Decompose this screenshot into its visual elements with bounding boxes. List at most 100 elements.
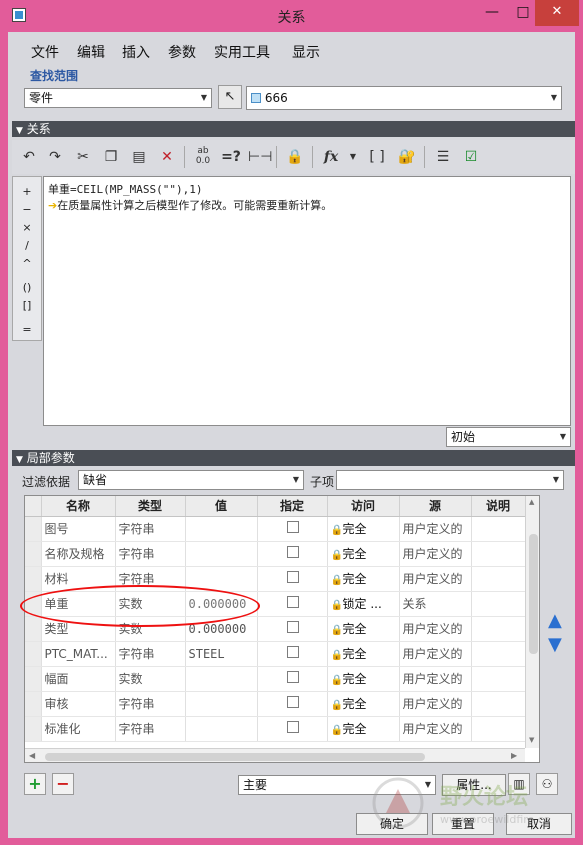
designate-checkbox[interactable] [287, 521, 299, 533]
param-source-cell[interactable]: 关系 [399, 591, 472, 617]
plus-operator-button[interactable]: + [13, 185, 41, 198]
param-access-cell[interactable]: 🔒完全 [327, 641, 400, 667]
power-operator-button[interactable]: ^ [13, 257, 41, 270]
designate-checkbox[interactable] [287, 721, 299, 733]
menu-parameters[interactable]: 参数 [168, 42, 196, 62]
relations-section-header[interactable]: ▼ 关系 [12, 121, 575, 137]
param-description-cell[interactable] [471, 566, 526, 592]
move-up-icon[interactable]: ▲ [548, 610, 562, 631]
designate-checkbox[interactable] [287, 571, 299, 583]
filter-select[interactable]: 缺省 ▼ [78, 470, 304, 490]
designate-checkbox[interactable] [287, 696, 299, 708]
menu-insert[interactable]: 插入 [122, 42, 150, 62]
scope-type-select[interactable]: 零件 ▼ [24, 88, 212, 108]
function-icon[interactable]: fx [320, 146, 342, 168]
param-access-cell[interactable]: 🔒锁定 ... [327, 591, 400, 617]
param-source-cell[interactable]: 用户定义的 [399, 666, 472, 692]
sort-relations-icon[interactable]: ☰ [432, 146, 454, 168]
row-header-cell[interactable] [25, 616, 42, 642]
menu-edit[interactable]: 编辑 [77, 42, 105, 62]
param-access-cell[interactable]: 🔒完全 [327, 716, 400, 742]
bracket-icon[interactable]: [ ] [366, 146, 388, 168]
redo-icon[interactable]: ↷ [44, 146, 66, 168]
designate-checkbox[interactable] [287, 596, 299, 608]
param-source-cell[interactable]: 用户定义的 [399, 616, 472, 642]
param-name-cell[interactable]: 幅面 [41, 666, 116, 692]
remove-parameter-button[interactable]: − [52, 773, 74, 795]
add-parameter-button[interactable]: + [24, 773, 46, 795]
table-row[interactable]: PTC_MAT... 字符串 STEEL 🔒完全 用户定义的 [25, 641, 526, 667]
scope-model-select[interactable]: 666 ▼ [246, 86, 562, 110]
relation-state-select[interactable]: 初始 ▼ [446, 427, 571, 447]
scroll-thumb[interactable] [529, 534, 538, 654]
designate-checkbox[interactable] [287, 671, 299, 683]
param-access-cell[interactable]: 🔒完全 [327, 541, 400, 567]
param-value-cell[interactable] [185, 541, 258, 567]
scroll-down-icon[interactable]: ▼ [529, 736, 534, 744]
main-select[interactable]: 主要 ▼ [238, 775, 436, 795]
row-header-cell[interactable] [25, 691, 42, 717]
brackets-operator-button[interactable]: [] [13, 299, 41, 312]
table-view-icon[interactable]: ▥ [508, 773, 530, 795]
param-name-cell[interactable]: PTC_MAT... [41, 641, 116, 667]
chevron-down-icon[interactable]: ▼ [342, 146, 364, 168]
param-description-cell[interactable] [471, 666, 526, 692]
designate-checkbox[interactable] [287, 621, 299, 633]
select-arrow-button[interactable]: ↖ [218, 85, 242, 109]
table-row[interactable]: 审核 字符串 🔒完全 用户定义的 [25, 691, 526, 717]
table-row[interactable]: 标准化 字符串 🔒完全 用户定义的 [25, 716, 526, 742]
param-description-cell[interactable] [471, 616, 526, 642]
execute-check-icon[interactable]: ☑ [460, 146, 482, 168]
param-type-cell[interactable]: 字符串 [115, 716, 186, 742]
column-header[interactable]: 名称 [41, 496, 116, 517]
param-description-cell[interactable] [471, 641, 526, 667]
param-value-cell[interactable] [185, 666, 258, 692]
close-button[interactable]: ✕ [535, 0, 579, 26]
divide-operator-button[interactable]: / [13, 239, 41, 252]
scroll-thumb[interactable] [45, 753, 425, 761]
row-header-cell[interactable] [25, 541, 42, 567]
param-value-cell[interactable] [185, 691, 258, 717]
row-header-cell[interactable] [25, 641, 42, 667]
verify-icon[interactable]: =? [220, 146, 242, 168]
lock-params-icon[interactable]: 🔐 [396, 146, 418, 168]
param-source-cell[interactable]: 用户定义的 [399, 716, 472, 742]
row-header-cell[interactable] [25, 516, 42, 542]
binoculars-icon[interactable]: ⚇ [536, 773, 558, 795]
column-header[interactable]: 说明 [471, 496, 526, 517]
equals-operator-button[interactable]: = [13, 323, 41, 336]
param-type-cell[interactable]: 实数 [115, 666, 186, 692]
cut-icon[interactable]: ✂ [72, 146, 94, 168]
param-name-cell[interactable]: 名称及规格 [41, 541, 116, 567]
param-name-cell[interactable]: 图号 [41, 516, 116, 542]
param-description-cell[interactable] [471, 591, 526, 617]
local-params-section-header[interactable]: ▼ 局部参数 [12, 450, 575, 466]
param-value-cell[interactable] [185, 716, 258, 742]
row-header-cell[interactable] [25, 716, 42, 742]
menu-utilities[interactable]: 实用工具 [214, 42, 270, 62]
param-type-cell[interactable]: 字符串 [115, 541, 186, 567]
param-source-cell[interactable]: 用户定义的 [399, 641, 472, 667]
dimension-icon[interactable]: ⊢⊣ [248, 146, 272, 168]
row-header-cell[interactable] [25, 566, 42, 592]
undo-icon[interactable]: ↶ [18, 146, 40, 168]
scroll-right-icon[interactable]: ▶ [511, 751, 517, 760]
param-source-cell[interactable]: 用户定义的 [399, 541, 472, 567]
delete-icon[interactable]: ✕ [156, 146, 178, 168]
model-lock-icon[interactable]: 🔒 [284, 146, 306, 168]
param-name-cell[interactable]: 标准化 [41, 716, 116, 742]
param-access-cell[interactable]: 🔒完全 [327, 516, 400, 542]
table-row[interactable]: 名称及规格 字符串 🔒完全 用户定义的 [25, 541, 526, 567]
param-name-cell[interactable]: 审核 [41, 691, 116, 717]
param-source-cell[interactable]: 用户定义的 [399, 566, 472, 592]
evaluate-icon[interactable]: ab 0.0 [192, 146, 214, 168]
cancel-button[interactable]: 取消 [506, 813, 572, 835]
menu-file[interactable]: 文件 [31, 42, 59, 62]
designate-checkbox[interactable] [287, 646, 299, 658]
vertical-scrollbar[interactable]: ▲ ▼ [525, 496, 539, 748]
parentheses-operator-button[interactable]: () [13, 281, 41, 294]
param-access-cell[interactable]: 🔒完全 [327, 666, 400, 692]
reset-button[interactable]: 重置 [432, 813, 494, 835]
menu-display[interactable]: 显示 [292, 42, 320, 62]
table-row[interactable]: 幅面 实数 🔒完全 用户定义的 [25, 666, 526, 692]
